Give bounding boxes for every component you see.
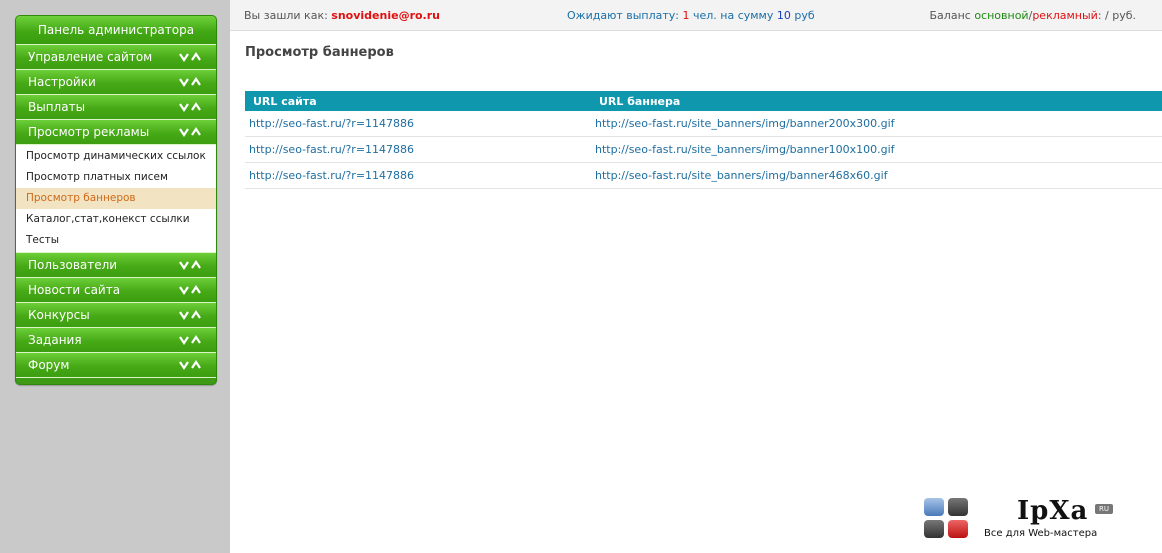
pending-count: 1 [682,9,690,22]
banner-url-cell: http://seo-fast.ru/site_banners/img/bann… [591,111,1162,137]
submenu-item-banners[interactable]: Просмотр баннеров [16,188,216,209]
pending-currency: руб [794,9,815,22]
login-prefix: Вы зашли как: [244,9,328,22]
table-row: http://seo-fast.ru/?r=1147886 http://seo… [245,111,1162,137]
site-url-cell: http://seo-fast.ru/?r=1147886 [245,111,591,137]
menu-item-ad-view[interactable]: Просмотр рекламы [16,120,216,145]
submenu-item-catalog-links[interactable]: Каталог,стат,конекст ссылки [16,209,216,230]
logo-square-icon [948,498,968,516]
logo-badge: RU [1095,504,1113,514]
menu-item-label: Настройки [28,75,96,89]
banner-url-link[interactable]: http://seo-fast.ru/site_banners/img/bann… [595,117,895,130]
menu-item-tasks[interactable]: Задания [16,328,216,353]
logo-square-icon [924,498,944,516]
logo-tagline: Все для Web-мастера [984,528,1098,539]
double-chevron-icon [179,102,201,112]
banners-table: URL сайта URL баннера http://seo-fast.ru… [245,91,1162,189]
balance-info: Баланс основной/рекламный: / руб. [930,9,1136,22]
menu-item-label: Задания [28,333,82,347]
login-info: Вы зашли как: snovidenie@ro.ru [244,9,440,22]
menu-item-label: Управление сайтом [28,50,153,64]
banner-url-cell: http://seo-fast.ru/site_banners/img/bann… [591,136,1162,163]
site-url-link[interactable]: http://seo-fast.ru/?r=1147886 [249,169,414,182]
left-column: Панель администратора Управление сайтом … [0,0,230,553]
login-user: snovidenie@ro.ru [331,9,440,22]
admin-panel: Панель администратора Управление сайтом … [15,15,217,385]
banner-url-cell: http://seo-fast.ru/site_banners/img/bann… [591,162,1162,189]
pending-payouts: Ожидают выплату: 1 чел. на сумму 10 руб [567,9,815,22]
menu-item-users[interactable]: Пользователи [16,253,216,278]
pending-mid: чел. на сумму [692,9,774,22]
submenu-item-dynamic-links[interactable]: Просмотр динамических ссылок [16,146,216,167]
balance-main-label: основной [974,9,1029,22]
table-row: http://seo-fast.ru/?r=1147886 http://seo… [245,136,1162,163]
ipxa-logo[interactable]: IpXa RU Все для Web-мастера [922,496,1122,546]
table-row: http://seo-fast.ru/?r=1147886 http://seo… [245,162,1162,189]
site-url-cell: http://seo-fast.ru/?r=1147886 [245,162,591,189]
double-chevron-icon [179,335,201,345]
page-title: Просмотр баннеров [245,45,394,60]
menu-item-label: Выплаты [28,100,86,114]
submenu-item-paid-letters[interactable]: Просмотр платных писем [16,167,216,188]
site-url-link[interactable]: http://seo-fast.ru/?r=1147886 [249,117,414,130]
menu-item-label: Просмотр рекламы [28,125,150,139]
double-chevron-icon [179,52,201,62]
menu-item-settings[interactable]: Настройки [16,70,216,95]
logo-square-icon [924,520,944,538]
site-url-link[interactable]: http://seo-fast.ru/?r=1147886 [249,143,414,156]
double-chevron-icon [179,77,201,87]
balance-ad-label: рекламный [1032,9,1098,22]
menu-item-forum[interactable]: Форум [16,353,216,378]
column-header-banner-url: URL баннера [591,91,1162,111]
double-chevron-icon [179,285,201,295]
menu-item-label: Конкурсы [28,308,90,322]
menu-item-site-news[interactable]: Новости сайта [16,278,216,303]
logo-text: IpXa [1017,496,1089,526]
menu-item-payouts[interactable]: Выплаты [16,95,216,120]
pending-amount: 10 [776,9,791,22]
table-header-row: URL сайта URL баннера [245,91,1162,111]
menu-item-site-management[interactable]: Управление сайтом [16,45,216,70]
pending-prefix: Ожидают выплату: [567,9,679,22]
panel-title: Панель администратора [16,16,216,45]
balance-prefix: Баланс [929,9,971,22]
menu-item-label: Форум [28,358,70,372]
site-url-cell: http://seo-fast.ru/?r=1147886 [245,136,591,163]
menu-item-contests[interactable]: Конкурсы [16,303,216,328]
submenu-ad-view: Просмотр динамических ссылок Просмотр пл… [16,145,216,253]
column-header-site-url: URL сайта [245,91,591,111]
submenu-item-tests[interactable]: Тесты [16,230,216,251]
logo-square-icon [948,520,968,538]
double-chevron-icon [179,310,201,320]
top-bar: Вы зашли как: snovidenie@ro.ru Ожидают в… [230,0,1162,31]
double-chevron-icon [179,260,201,270]
balance-suffix: : / руб. [1097,9,1136,22]
banner-url-link[interactable]: http://seo-fast.ru/site_banners/img/bann… [595,143,895,156]
banner-url-link[interactable]: http://seo-fast.ru/site_banners/img/bann… [595,169,888,182]
menu-item-label: Новости сайта [28,283,121,297]
double-chevron-icon [179,360,201,370]
menu-item-label: Пользователи [28,258,118,272]
double-chevron-icon [179,127,201,137]
